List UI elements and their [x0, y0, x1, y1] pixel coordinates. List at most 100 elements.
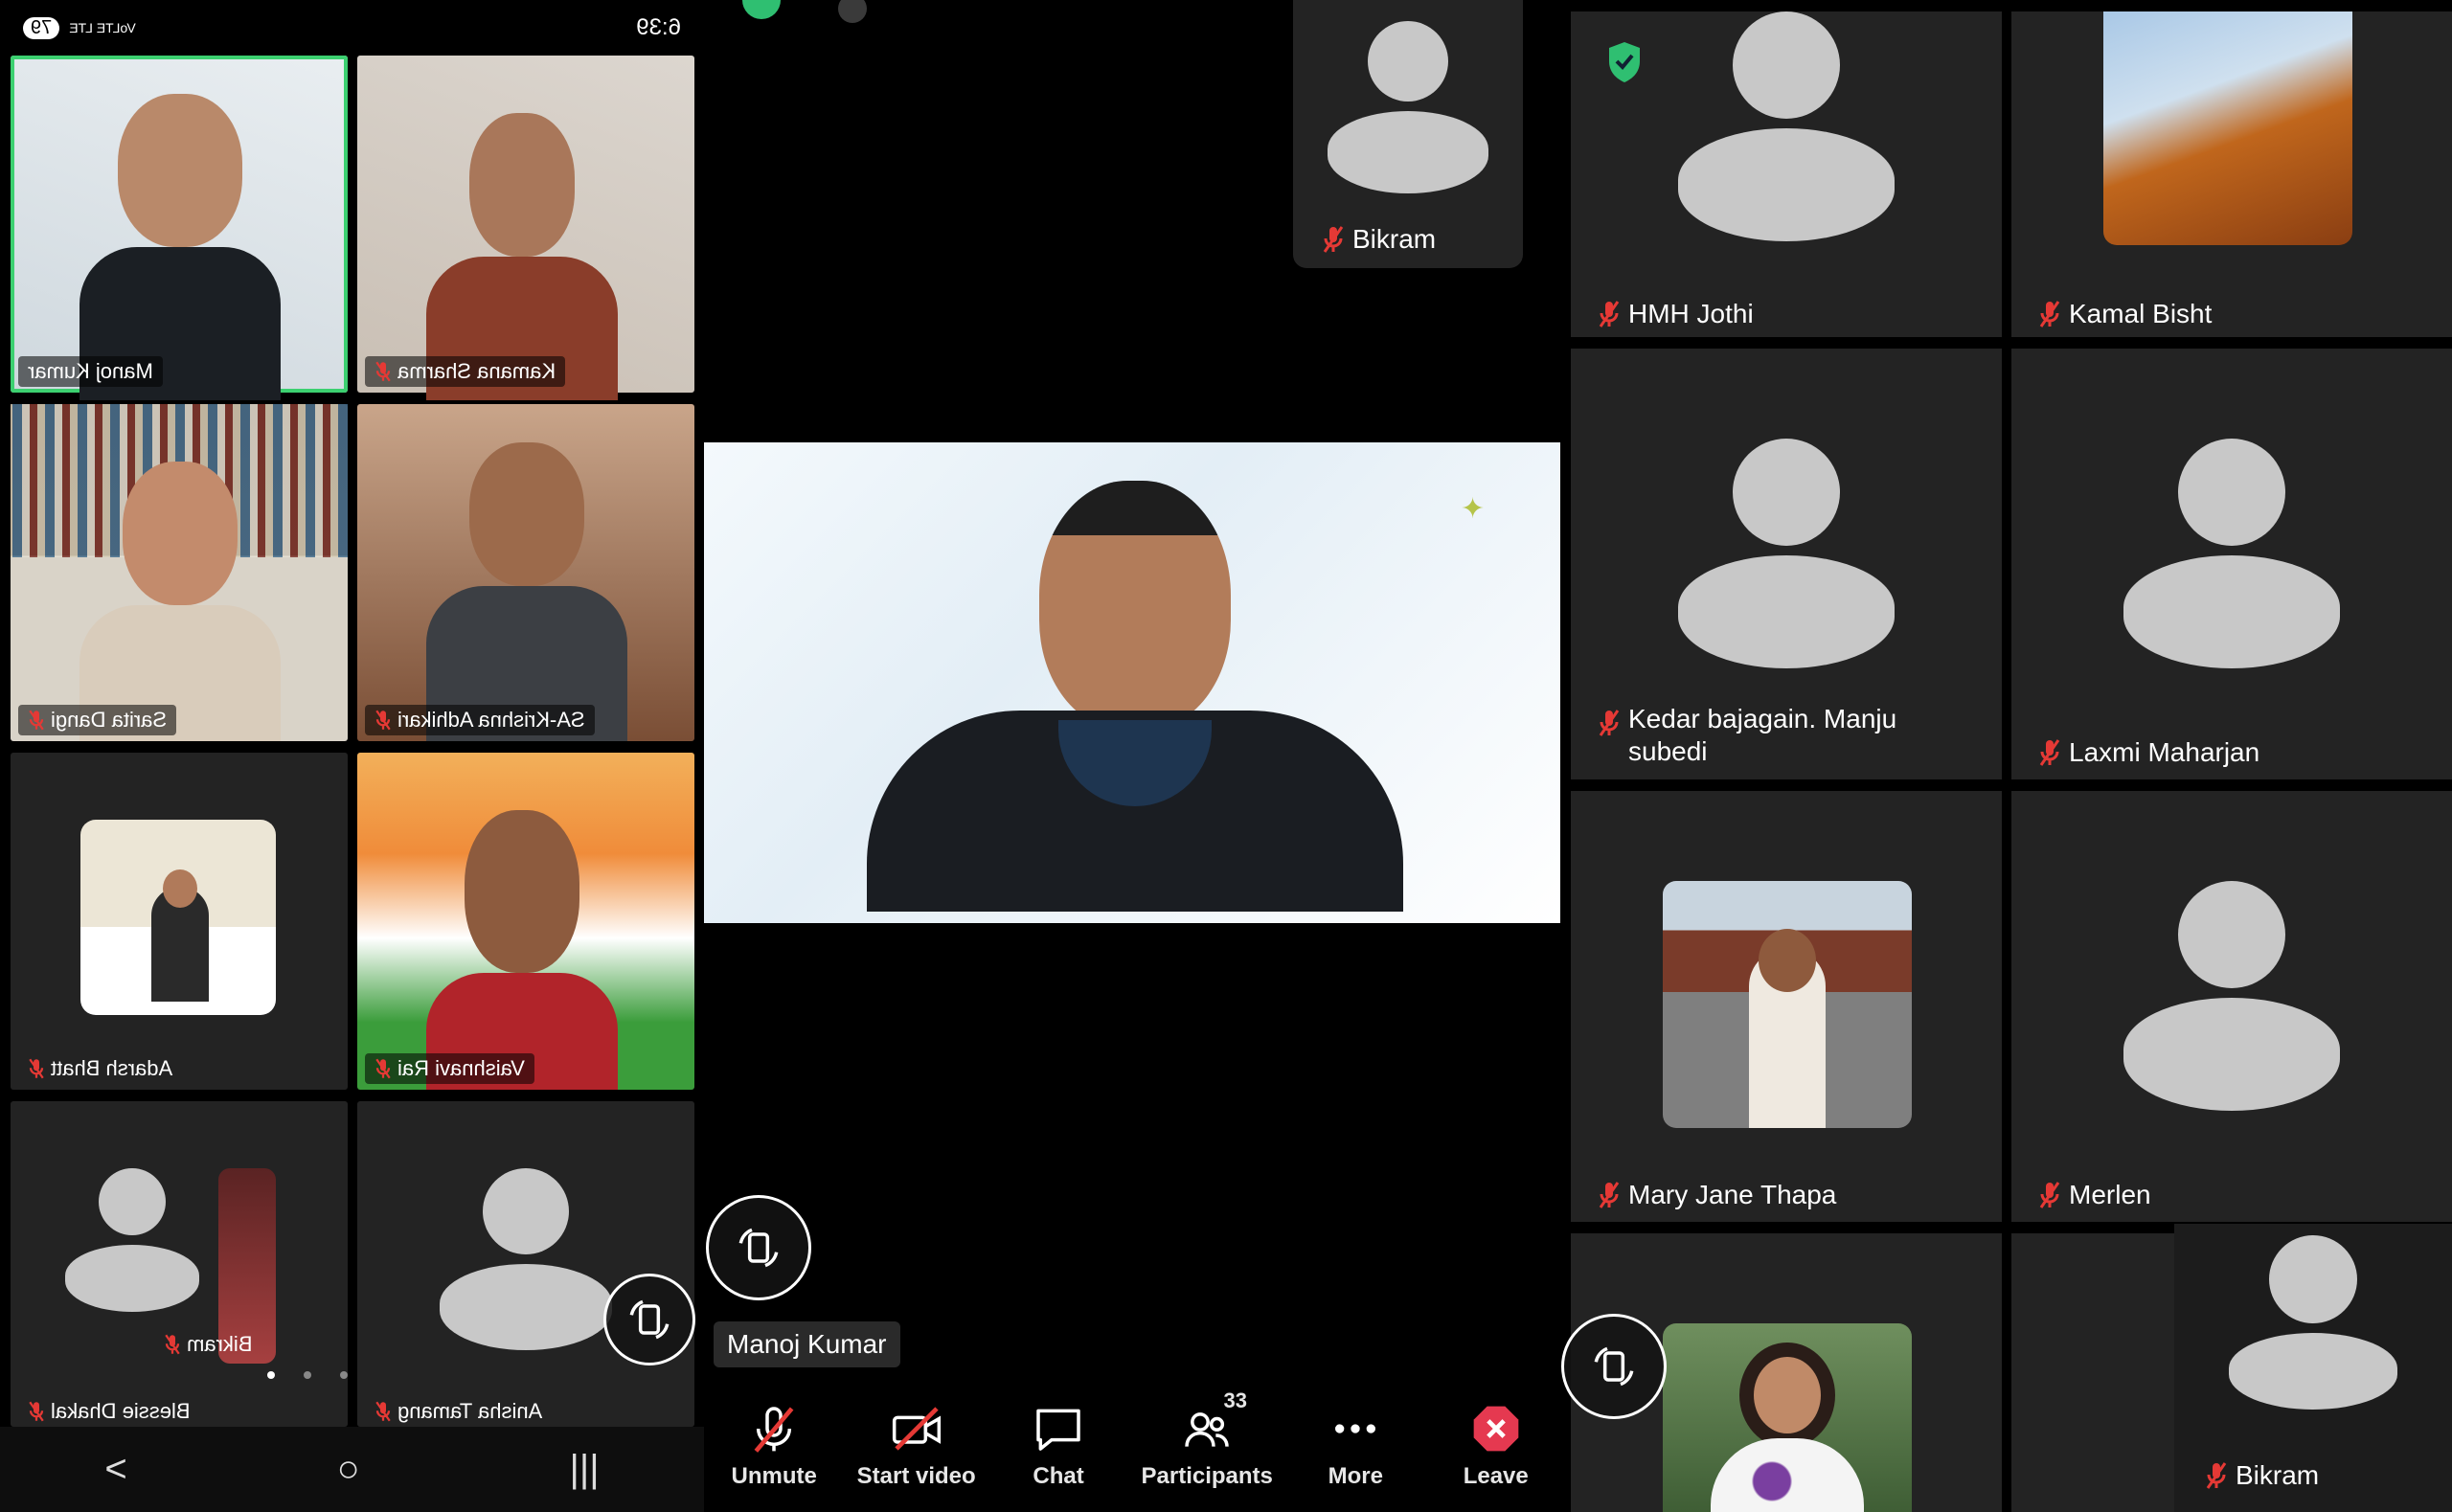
- participant-name: Blessie Dhakal: [51, 1399, 191, 1423]
- video-off-icon: [892, 1406, 941, 1451]
- participant-name: Sarita Dangi: [51, 708, 168, 732]
- speaker-name: Manoj Kumar: [727, 1329, 887, 1359]
- participant-name: Adarsh Bhatt: [51, 1056, 173, 1080]
- rotate-icon: [738, 1228, 779, 1268]
- more-button[interactable]: More: [1298, 1402, 1413, 1490]
- profile-picture: [80, 820, 276, 1015]
- profile-picture: [1663, 881, 1912, 1128]
- avatar-placeholder: [65, 1168, 199, 1312]
- participant-video: [79, 94, 281, 400]
- participant-video: [426, 810, 618, 1090]
- status-icons: VoLTE LTE 79: [23, 16, 136, 39]
- muted-mic-icon: [28, 1400, 45, 1423]
- video-tile-kamal-bisht[interactable]: Kamal Bisht: [2011, 11, 2452, 337]
- participant-name: Kedar bajagain. Manju subedi: [1628, 704, 1897, 766]
- participant-name: Bikram: [187, 1332, 253, 1356]
- meeting-toolbar: Unmute Start video Chat 33 Participants …: [704, 1379, 1566, 1512]
- rotate-screen-button[interactable]: [603, 1274, 695, 1365]
- chat-icon: [1036, 1409, 1080, 1451]
- muted-mic-icon: [375, 1400, 392, 1423]
- video-tile-bikram-top[interactable]: Bikram: [1293, 0, 1523, 268]
- muted-mic-icon: [2205, 1461, 2228, 1490]
- name-tag: Adarsh Bhatt: [18, 1053, 182, 1084]
- participant-video: [79, 462, 281, 741]
- name-tag: Blessie Dhakal: [18, 1396, 200, 1427]
- shield-icon: [742, 0, 781, 19]
- unmute-button[interactable]: Unmute: [716, 1402, 831, 1490]
- video-tile-kamana-sharma[interactable]: Kamana Sharma: [357, 56, 694, 400]
- video-tile-kedar-bajagain[interactable]: Kedar bajagain. Manju subedi: [1571, 349, 2002, 779]
- video-tile-sa-krishna-adhikari[interactable]: SA-Krishna Adhikari: [357, 404, 694, 741]
- muted-mic-icon: [375, 709, 392, 732]
- avatar-placeholder: [1328, 21, 1488, 193]
- video-tile-adarsh-bhatt[interactable]: Adarsh Bhatt: [11, 753, 348, 1090]
- muted-mic-icon: [2038, 1181, 2061, 1209]
- participant-name-tag: Mary Jane Thapa: [1598, 1180, 1836, 1210]
- status-time: 6:39: [636, 14, 681, 40]
- right-gallery: HMH Jothi Kamal Bisht Kedar bajagain. Ma…: [1561, 0, 2452, 1512]
- start-video-button[interactable]: Start video: [857, 1402, 976, 1490]
- recents-button[interactable]: |||: [569, 1448, 599, 1491]
- muted-mic-icon: [1598, 709, 1621, 737]
- participant-name-tag: Merlen: [2038, 1180, 2151, 1210]
- self-view-tile-bikram[interactable]: Bikram: [2174, 1224, 2452, 1512]
- avatar-placeholder: [1678, 439, 1895, 668]
- muted-mic-icon: [164, 1333, 181, 1356]
- participant-name: Vaishnavi Rai: [397, 1056, 525, 1080]
- network-label: VoLTE LTE: [69, 20, 136, 35]
- video-tile-mary-jane-thapa[interactable]: Mary Jane Thapa: [1571, 791, 2002, 1222]
- participant-name: Merlen: [2069, 1180, 2151, 1209]
- rotate-screen-button[interactable]: [1561, 1314, 1667, 1419]
- video-tile-manoj-kumar[interactable]: Manoj Kumar: [11, 56, 348, 400]
- participant-name-tag: Bikram: [2205, 1460, 2319, 1491]
- participant-name: Bikram: [1352, 224, 1437, 254]
- participant-name: Manoj Kumar: [28, 359, 153, 383]
- name-tag: Bikram: [154, 1329, 261, 1360]
- muted-mic-icon: [754, 1406, 794, 1453]
- rotate-icon: [1594, 1346, 1634, 1387]
- profile-picture: [1663, 1323, 1912, 1512]
- video-tile-sarita-dangi[interactable]: Sarita Dangi: [11, 404, 348, 741]
- back-button[interactable]: >: [104, 1448, 126, 1491]
- participant-name: Anisha Tamang: [397, 1399, 543, 1423]
- unmute-label: Unmute: [731, 1462, 817, 1489]
- participants-label: Participants: [1141, 1462, 1273, 1489]
- video-tile-anisha-tamang[interactable]: Anisha Tamang: [357, 1101, 694, 1427]
- video-tile-hmh-jothi[interactable]: HMH Jothi: [1571, 11, 2002, 337]
- video-tile-bikram-blessie-dhakal[interactable]: Bikram Blessie Dhakal: [11, 1101, 348, 1427]
- participants-button[interactable]: 33 Participants: [1141, 1388, 1273, 1490]
- participant-name-tag: Laxmi Maharjan: [2038, 737, 2259, 768]
- mirrored-gallery-content: 6:39 VoLTE LTE 79 Manoj Kumar Kamana Sha…: [0, 0, 704, 1512]
- participant-name: HMH Jothi: [1628, 299, 1754, 328]
- video-tile-laxmi-maharjan[interactable]: Laxmi Maharjan: [2011, 349, 2452, 779]
- chat-button[interactable]: Chat: [1001, 1402, 1116, 1490]
- muted-mic-icon: [1598, 300, 1621, 328]
- home-button[interactable]: ○: [337, 1448, 360, 1491]
- participant-name: Kamana Sharma: [397, 359, 556, 383]
- avatar-placeholder: [2123, 881, 2340, 1111]
- name-tag: Sarita Dangi: [18, 705, 177, 735]
- video-tile-merlen[interactable]: Merlen: [2011, 791, 2452, 1222]
- participant-video: [426, 442, 627, 741]
- participants-count: 33: [1223, 1388, 1247, 1412]
- leave-button[interactable]: Leave: [1439, 1402, 1554, 1490]
- active-speaker-video[interactable]: ✦: [704, 442, 1560, 923]
- rotate-icon: [629, 1299, 670, 1340]
- muted-mic-icon: [375, 360, 392, 383]
- video-tile-vaishnavi-rai[interactable]: Vaishnavi Rai: [357, 753, 694, 1090]
- muted-mic-icon: [28, 1057, 45, 1080]
- muted-mic-icon: [838, 0, 867, 23]
- start-video-label: Start video: [856, 1462, 976, 1489]
- center-stage: Bikram ✦ Manoj Kumar: [704, 0, 1566, 1379]
- active-speaker-label: Manoj Kumar: [714, 1321, 900, 1367]
- muted-mic-icon: [375, 1057, 392, 1080]
- chat-label: Chat: [1033, 1462, 1084, 1489]
- participant-name-tag: Kedar bajagain. Manju subedi: [1598, 703, 1981, 768]
- muted-mic-icon: [28, 709, 45, 732]
- avatar-placeholder: [2123, 439, 2340, 668]
- participant-name: Mary Jane Thapa: [1628, 1180, 1837, 1209]
- rotate-screen-button[interactable]: [706, 1195, 811, 1300]
- status-bar: 6:39 VoLTE LTE 79: [0, 0, 704, 56]
- muted-mic-icon: [2038, 300, 2061, 328]
- battery-indicator: 79: [23, 16, 60, 39]
